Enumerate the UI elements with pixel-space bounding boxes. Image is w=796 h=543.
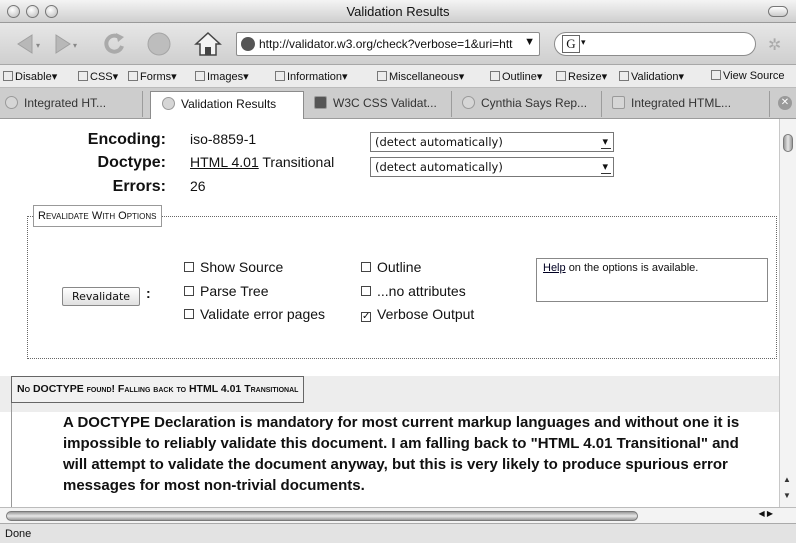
errors-count: 26 [190, 178, 206, 194]
tab-integrated-ht[interactable]: Integrated HT... [0, 91, 143, 117]
revalidate-button[interactable]: Revalidate [62, 287, 140, 306]
status-bar: Done [0, 523, 796, 543]
encoding-value: iso-8859-1 [190, 131, 257, 147]
window-title: Validation Results [346, 4, 450, 19]
search-box[interactable]: G ▾ [554, 32, 756, 56]
tab-favicon-icon [162, 97, 175, 110]
encoding-select-value: (detect automatically) [375, 135, 503, 149]
toolbar-toggle-button[interactable] [768, 6, 788, 17]
search-engine-dropdown-icon[interactable]: ▾ [581, 37, 586, 48]
scroll-left-right-icon[interactable]: ◀ ▶ [758, 509, 773, 518]
doctype-link[interactable]: HTML 4.01 [190, 154, 259, 170]
outline-icon [490, 71, 500, 81]
tab-w3c-css-validator[interactable]: W3C CSS Validat... [304, 91, 452, 117]
forward-icon[interactable] [48, 30, 76, 58]
devbar-view-source-menu[interactable]: View Source [711, 70, 785, 82]
close-tab-icon[interactable]: ✕ [778, 96, 792, 110]
devbar-images-menu[interactable]: Images▾ [195, 70, 249, 83]
reload-icon[interactable] [100, 30, 128, 58]
devbar-validation-menu[interactable]: Validation▾ [619, 70, 684, 83]
back-dropdown-icon[interactable]: ▾ [36, 41, 40, 50]
verbose-output-option[interactable]: ✓ Verbose Output [361, 306, 474, 322]
doctype-label: Doctype: [97, 154, 166, 171]
resize-icon [556, 71, 566, 81]
address-bar[interactable]: http://validator.w3.org/check?verbose=1&… [236, 32, 540, 56]
chevron-down-icon: ▾ [601, 133, 611, 151]
doctype-warning-text: A DOCTYPE Declaration is mandatory for m… [63, 414, 740, 494]
outline-option[interactable]: Outline [361, 259, 421, 275]
css-icon [78, 71, 88, 81]
status-text: Done [5, 528, 32, 540]
parse-tree-option[interactable]: Parse Tree [184, 283, 268, 299]
activity-spinner-icon: ✲ [768, 37, 782, 54]
tab-favicon-icon [5, 96, 18, 109]
tab-favicon-icon [462, 96, 475, 109]
tab-favicon-icon [612, 96, 625, 109]
revalidate-legend: Revalidate With Options [33, 205, 162, 227]
verbose-output-checkbox[interactable]: ✓ [361, 312, 371, 322]
search-engine-icon[interactable]: G [562, 35, 580, 53]
tab-cynthia-says[interactable]: Cynthia Says Rep... [452, 91, 602, 117]
devbar-resize-menu[interactable]: Resize▾ [556, 70, 607, 83]
tab-favicon-icon [314, 96, 327, 109]
show-source-checkbox[interactable] [184, 262, 194, 272]
help-link[interactable]: Help [543, 262, 566, 274]
devbar-disable-menu[interactable]: Disable▾ [3, 70, 57, 83]
home-icon[interactable] [194, 30, 222, 58]
devbar-outline-menu[interactable]: Outline▾ [490, 70, 542, 83]
encoding-select[interactable]: (detect automatically) ▾ [370, 132, 614, 152]
information-icon [275, 71, 285, 81]
devbar-css-menu[interactable]: CSS▾ [78, 70, 118, 83]
help-note-text: on the options is available. [568, 262, 699, 274]
devbar-forms-menu[interactable]: Forms▾ [128, 70, 177, 83]
navigation-toolbar: ▾ ▾ http://validator.w3.org/check?verbos… [0, 23, 796, 65]
miscellaneous-icon [377, 71, 387, 81]
address-url: http://validator.w3.org/check?verbose=1&… [259, 37, 513, 51]
show-source-option[interactable]: Show Source [184, 259, 283, 275]
doctype-select-value: (detect automatically) [375, 160, 503, 174]
doctype-value: HTML 4.01 Transitional [190, 154, 334, 170]
doctype-warning-heading: No DOCTYPE found! Falling back to HTML 4… [11, 376, 305, 403]
address-dropdown-icon[interactable]: ▼ [524, 36, 535, 48]
scroll-down-icon[interactable]: ▼ [783, 491, 791, 500]
doctype-select[interactable]: (detect automatically) ▾ [370, 157, 614, 177]
site-globe-icon [241, 37, 255, 51]
devbar-information-menu[interactable]: Information▾ [275, 70, 348, 83]
page-content: Encoding: iso-8859-1 (detect automatical… [0, 119, 779, 507]
view-source-icon [711, 70, 721, 80]
help-note: Help on the options is available. [536, 258, 768, 302]
validate-error-pages-option[interactable]: Validate error pages [184, 306, 325, 322]
forward-dropdown-icon[interactable]: ▾ [73, 41, 77, 50]
vertical-scrollbar[interactable]: ▲ ▼ [779, 119, 796, 507]
tab-bar: Integrated HT... Validation Results W3C … [0, 88, 796, 119]
doctype-suffix: Transitional [262, 154, 335, 170]
chevron-down-icon: ▾ [601, 158, 611, 176]
parse-tree-checkbox[interactable] [184, 286, 194, 296]
errors-label: Errors: [112, 178, 166, 195]
revalidate-colon: : [146, 285, 151, 301]
images-icon [195, 71, 205, 81]
no-attributes-option[interactable]: ...no attributes [361, 283, 466, 299]
horizontal-scroll-thumb[interactable] [6, 511, 638, 521]
tab-validation-results[interactable]: Validation Results [150, 91, 304, 119]
no-attributes-checkbox[interactable] [361, 286, 371, 296]
devbar-miscellaneous-menu[interactable]: Miscellaneous▾ [377, 70, 464, 83]
vertical-scroll-thumb[interactable] [783, 134, 793, 152]
forms-icon [128, 71, 138, 81]
disable-icon [3, 71, 13, 81]
window-titlebar: Validation Results [0, 0, 796, 23]
horizontal-scrollbar[interactable]: ◀ ▶ [0, 507, 796, 523]
web-developer-toolbar: Disable▾ CSS▾ Forms▾ Images▾ Information… [0, 65, 796, 88]
validation-icon [619, 71, 629, 81]
tab-integrated-html[interactable]: Integrated HTML... [602, 91, 770, 117]
encoding-label: Encoding: [87, 131, 166, 148]
outline-checkbox[interactable] [361, 262, 371, 272]
scroll-up-icon[interactable]: ▲ [783, 475, 791, 484]
validate-error-pages-checkbox[interactable] [184, 309, 194, 319]
stop-icon[interactable] [145, 30, 173, 58]
